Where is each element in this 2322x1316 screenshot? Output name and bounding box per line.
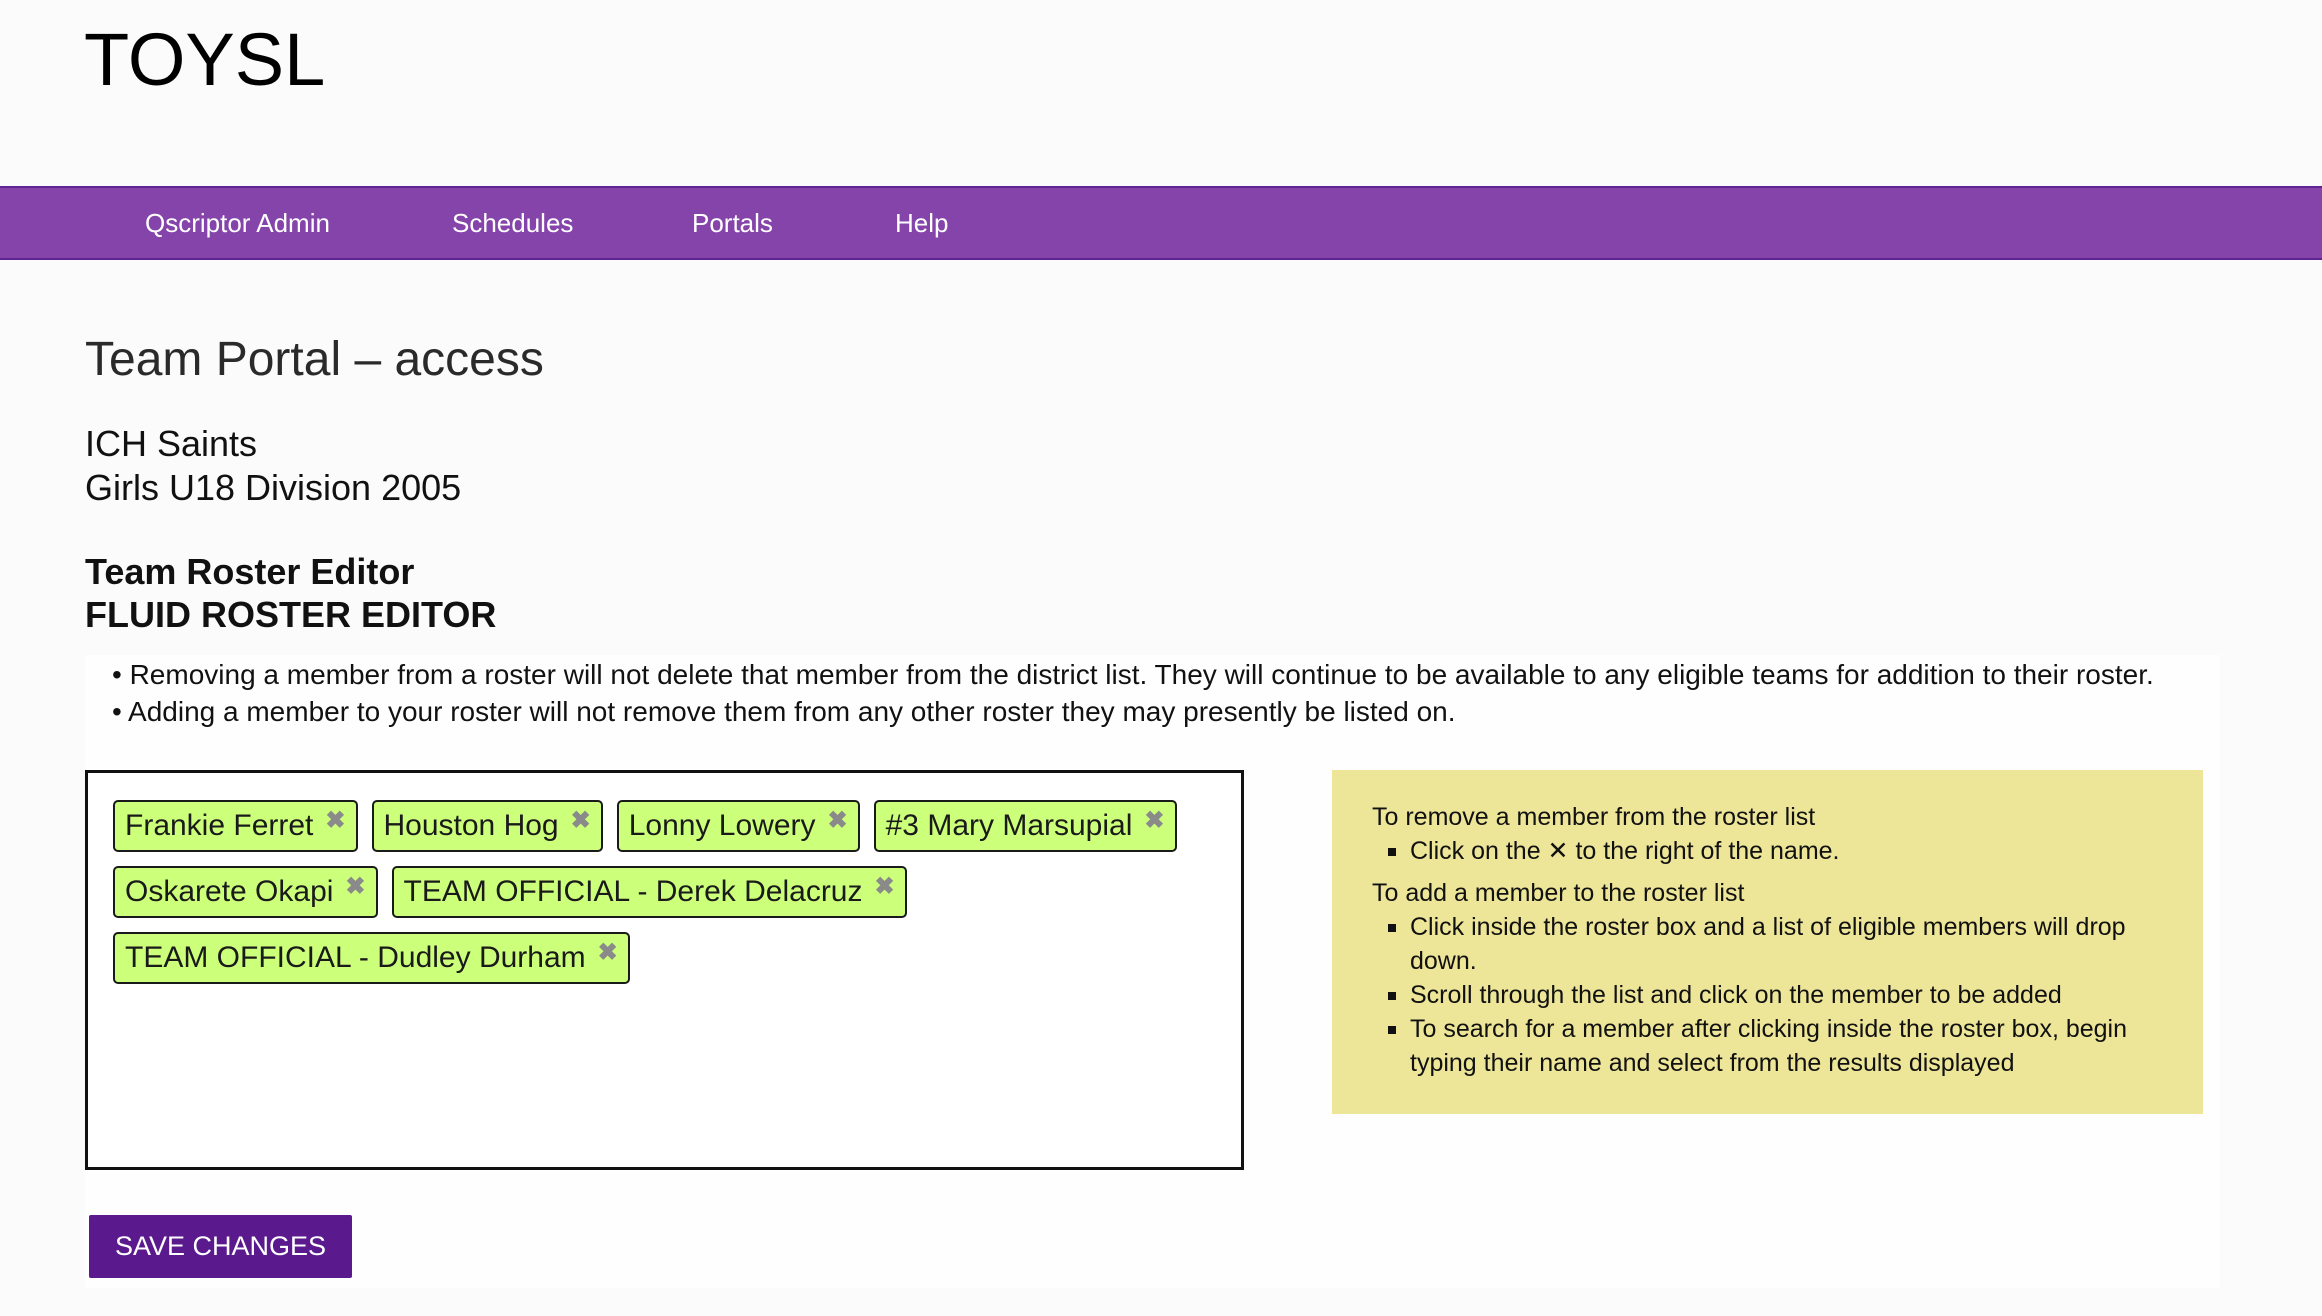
roster-tag: TEAM OFFICIAL - Derek Delacruz ✖ [391, 866, 907, 918]
team-info: ICH Saints Girls U18 Division 2005 [85, 422, 461, 510]
editor-title: Team Roster Editor [85, 551, 415, 592]
help-remove-section: To remove a member from the roster list … [1372, 800, 2163, 868]
help-add-steps: Click inside the roster box and a list o… [1372, 910, 2163, 1080]
save-changes-button[interactable]: SAVE CHANGES [89, 1215, 352, 1278]
roster-tag-label: TEAM OFFICIAL - Dudley Durham [125, 941, 586, 974]
roster-notes: • Removing a member from a roster will n… [112, 656, 2154, 730]
roster-tag: Oskarete Okapi ✖ [113, 866, 378, 918]
page-title: Team Portal – access [85, 333, 544, 386]
editor-heading: Team Roster Editor FLUID ROSTER EDITOR [85, 550, 496, 636]
help-add-heading: To add a member to the roster list [1372, 879, 1745, 907]
nav-item-schedules[interactable]: Schedules [452, 188, 573, 258]
remove-icon[interactable]: ✖ [1144, 808, 1164, 834]
remove-icon[interactable]: ✖ [828, 808, 848, 834]
nav-item-qscriptor-admin[interactable]: Qscriptor Admin [145, 188, 330, 258]
remove-icon[interactable]: ✖ [598, 940, 618, 966]
help-remove-steps: Click on the ✕ to the right of the name. [1372, 834, 2163, 868]
remove-icon[interactable]: ✖ [875, 874, 895, 900]
editor-subtitle: FLUID ROSTER EDITOR [85, 594, 497, 635]
team-division: Girls U18 Division 2005 [85, 467, 462, 508]
roster-tag-label: #3 Mary Marsupial [885, 809, 1133, 842]
site-title: TOYSL [84, 18, 326, 101]
roster-tag-label: TEAM OFFICIAL - Derek Delacruz [403, 875, 863, 908]
note-item: • Adding a member to your roster will no… [112, 696, 1456, 727]
help-remove-heading: To remove a member from the roster list [1372, 803, 1816, 831]
remove-icon[interactable]: ✖ [325, 808, 345, 834]
help-step: To search for a member after clicking in… [1388, 1012, 2163, 1080]
help-add-section: To add a member to the roster list Click… [1372, 876, 2163, 1080]
nav-item-help[interactable]: Help [895, 188, 948, 258]
roster-tag-label: Houston Hog [383, 809, 559, 842]
roster-tag-label: Oskarete Okapi [125, 875, 334, 908]
help-step: Click inside the roster box and a list o… [1388, 910, 2163, 978]
roster-tags: Frankie Ferret ✖ Houston Hog ✖ Lonny Low… [113, 800, 1213, 984]
roster-tag: Lonny Lowery ✖ [616, 800, 860, 852]
roster-input-box[interactable]: Frankie Ferret ✖ Houston Hog ✖ Lonny Low… [85, 770, 1244, 1170]
roster-tag: Frankie Ferret ✖ [113, 800, 358, 852]
help-box: To remove a member from the roster list … [1332, 770, 2203, 1114]
remove-icon[interactable]: ✖ [345, 874, 365, 900]
remove-icon[interactable]: ✖ [571, 808, 591, 834]
roster-tag: TEAM OFFICIAL - Dudley Durham ✖ [113, 932, 630, 984]
roster-tag-label: Lonny Lowery [628, 809, 816, 842]
roster-tag: Houston Hog ✖ [371, 800, 603, 852]
help-step: Scroll through the list and click on the… [1388, 978, 2163, 1012]
team-name: ICH Saints [85, 423, 258, 464]
note-item: • Removing a member from a roster will n… [112, 659, 2154, 690]
roster-tag-label: Frankie Ferret [125, 809, 314, 842]
help-step: Click on the ✕ to the right of the name. [1388, 834, 2163, 868]
main-nav: Qscriptor Admin Schedules Portals Help [0, 186, 2322, 260]
nav-item-portals[interactable]: Portals [692, 188, 773, 258]
roster-tag: #3 Mary Marsupial ✖ [873, 800, 1177, 852]
